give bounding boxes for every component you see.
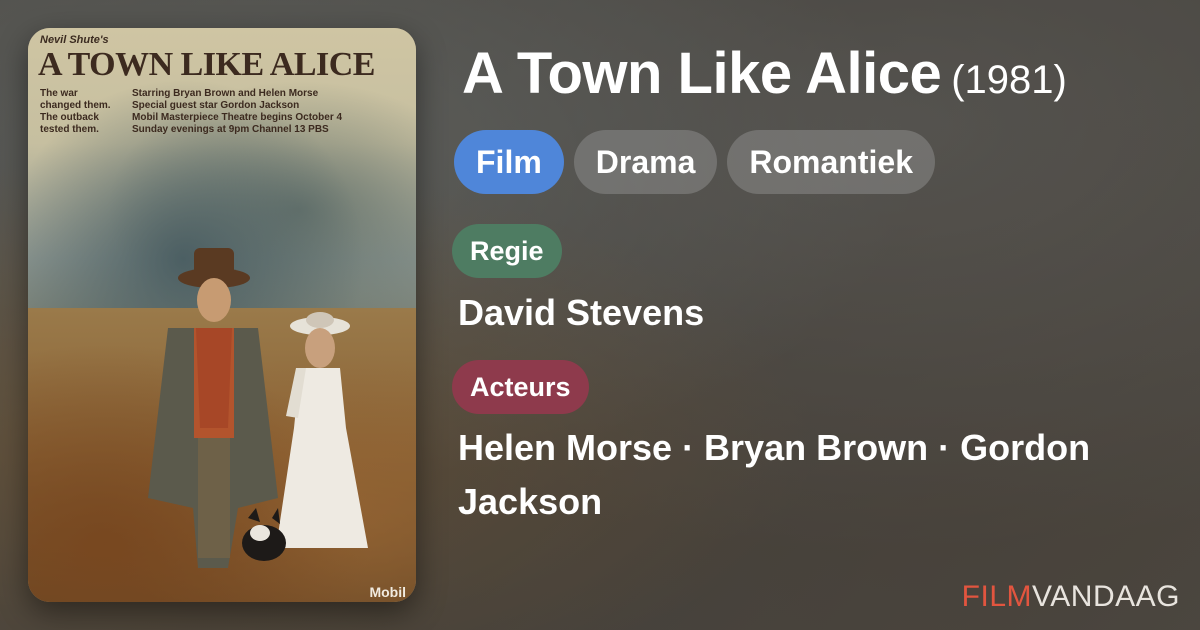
poster-tagline-line: The outback: [40, 112, 99, 123]
woman-figure: [276, 312, 368, 548]
regie-label-badge: Regie: [452, 224, 562, 278]
poster-credit-line: Special guest star Gordon Jackson: [132, 100, 300, 111]
movie-year: (1981): [951, 58, 1067, 102]
brand-part-film: FILM: [961, 580, 1033, 613]
poster-tagline-line: tested them.: [40, 124, 99, 135]
share-card: Nevil Shute's A TOWN LIKE ALICE The war …: [0, 0, 1200, 630]
director-name[interactable]: David Stevens: [458, 286, 704, 340]
poster-tagline-line: changed them.: [40, 100, 111, 111]
poster-tagline: The war changed them. The outback tested…: [40, 88, 118, 136]
poster-small-top-text: Nevil Shute's: [40, 34, 109, 46]
poster-sponsor-logo: Mobil: [369, 584, 406, 600]
genre-chip-drama[interactable]: Drama: [573, 130, 718, 194]
poster-credit-line: Sunday evenings at 9pm Channel 13 PBS: [132, 124, 329, 135]
movie-poster[interactable]: Nevil Shute's A TOWN LIKE ALICE The war …: [28, 28, 416, 602]
genre-chip-film[interactable]: Film: [454, 130, 564, 194]
filmvandaag-logo[interactable]: FILMVANDAAG: [962, 580, 1180, 614]
poster-credits: Starring Bryan Brown and Helen Morse Spe…: [132, 88, 412, 136]
dog-figure: [242, 508, 286, 561]
poster-credit-line: Starring Bryan Brown and Helen Morse: [132, 88, 319, 99]
movie-title-row: A Town Like Alice (1981): [462, 40, 1182, 107]
movie-title: A Town Like Alice: [462, 41, 942, 106]
genre-chip-romantiek[interactable]: Romantiek: [727, 130, 935, 194]
poster-tagline-line: The war: [40, 88, 78, 99]
acteurs-label-badge: Acteurs: [452, 360, 589, 414]
poster-title: A TOWN LIKE ALICE: [38, 46, 375, 83]
brand-part-vandaag: VANDAAG: [1032, 580, 1180, 613]
genre-chips: Film Drama Romantiek: [454, 130, 935, 194]
actors-list[interactable]: Helen Morse · Bryan Brown · Gordon Jacks…: [458, 421, 1158, 529]
poster-credit-line: Mobil Masterpiece Theatre begins October…: [132, 112, 343, 123]
